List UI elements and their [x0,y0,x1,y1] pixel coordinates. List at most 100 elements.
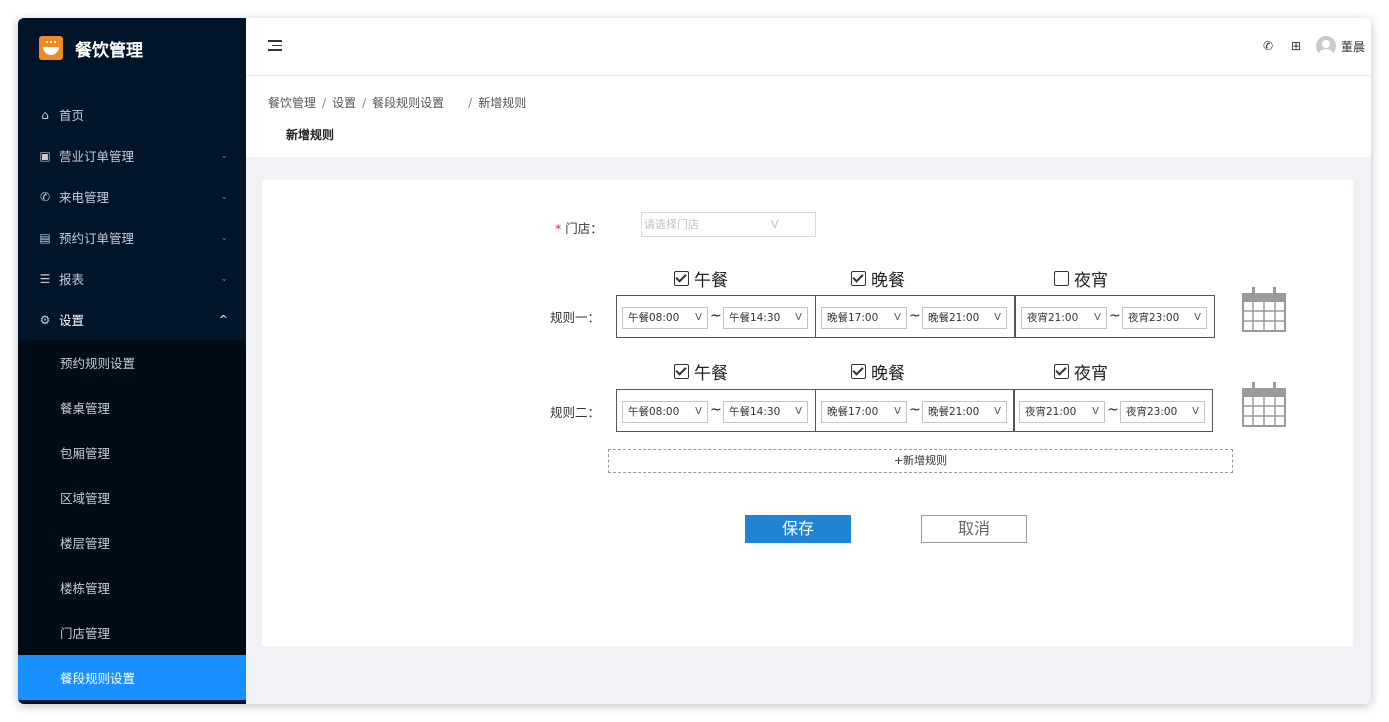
sidebar-item-meal-period-rules[interactable]: 餐段规则设置 [18,655,246,700]
chevron-down-icon: ⌄ [220,273,228,284]
home-icon: ⌂ [41,107,49,122]
rule1-dinner-range: 晚餐17:00 V ~ 晚餐21:00 V [815,295,1015,338]
chevron-down-icon: ⌄ [220,150,228,161]
app-window: 餐饮管理 ⌂ 首页 ▣ 营业订单管理 ⌄ ✆ 来电管理 ⌄ ▤ 预约订单管理 ⌄… [18,18,1371,704]
range-separator: ~ [909,402,921,418]
menu-collapse-icon[interactable] [268,40,282,52]
sidebar-item-areas[interactable]: 区域管理 [18,475,246,520]
receipt-icon: ▣ [39,148,51,163]
username[interactable]: 董晨 [1341,38,1365,55]
rule2-supper-checkbox[interactable]: 夜宵 [1054,359,1108,384]
supper-end-select[interactable]: 夜宵23:00 V [1120,401,1205,423]
chevron-down-icon: ⌄ [220,232,228,243]
calendar-list-icon: ▤ [39,230,51,245]
sidebar-item-label: 营业订单管理 [59,149,135,164]
page-title: 新增规则 [286,128,335,142]
lunch-start-select[interactable]: 午餐08:00 V [622,401,708,423]
range-separator: ~ [710,308,722,324]
range-separator: ~ [1107,402,1119,418]
sidebar-item-reservations[interactable]: ▤ 预约订单管理 ⌄ [18,217,246,258]
list-icon: ☰ [39,271,51,286]
avatar[interactable] [1315,36,1336,56]
checkbox-checked-icon [674,271,689,286]
sidebar-item-label: 设置 [59,313,85,328]
rule2-dinner-range: 晚餐17:00 V ~ 晚餐21:00 V [815,389,1015,432]
dinner-end-select[interactable]: 晚餐21:00 V [922,307,1007,329]
sidebar-item-reports[interactable]: ☰ 报表 ⌄ [18,258,246,299]
sidebar-item-label: 区域管理 [60,491,111,506]
rule1-supper-range: 夜宵21:00 V ~ 夜宵23:00 V [1015,295,1215,338]
sidebar-item-label: 来电管理 [59,190,110,205]
breadcrumb: 餐饮管理 / 设置 / 餐段规则设置 / 新增规则 [268,96,527,110]
checkbox-checked-icon [851,271,866,286]
dinner-start-select[interactable]: 晚餐17:00 V [821,401,907,423]
sidebar-item-label: 餐段规则设置 [60,671,136,686]
sidebar-item-settings[interactable]: ⚙ 设置 ^ [18,299,246,340]
rule2-lunch-checkbox[interactable]: 午餐 [674,359,728,384]
app-title: 餐饮管理 [75,40,143,61]
grid-icon[interactable]: ⊞ [1282,39,1310,53]
calendar-icon[interactable] [1242,380,1286,427]
breadcrumb-item[interactable]: 餐饮管理 [268,96,316,110]
add-rule-button[interactable]: +新增规则 [608,449,1233,473]
breadcrumb-item[interactable]: 餐段规则设置 [372,96,444,110]
dropdown-arrow: V [771,218,779,231]
sidebar-item-calls[interactable]: ✆ 来电管理 ⌄ [18,176,246,217]
rule1-lunch-checkbox[interactable]: 午餐 [674,266,728,291]
settings-submenu: 预约规则设置 餐桌管理 包厢管理 区域管理 楼层管理 楼栋管理 门店管理 餐段规… [18,340,246,700]
sidebar-item-label: 楼栋管理 [60,581,111,596]
sidebar-item-label: 楼层管理 [60,536,111,551]
checkbox-checked-icon [1054,364,1069,379]
breadcrumb-item[interactable]: 设置 [332,96,356,110]
store-select[interactable]: 请选择门店 V [641,212,816,237]
page-header: 餐饮管理 / 设置 / 餐段规则设置 / 新增规则 新增规则 [246,76,1371,157]
cancel-button[interactable]: 取消 [921,515,1027,543]
store-placeholder: 请选择门店 [644,218,699,231]
range-separator: ~ [1109,308,1121,324]
save-button[interactable]: 保存 [745,515,851,543]
lunch-end-select[interactable]: 午餐14:30 V [723,307,808,329]
rule1-label: 规则一： [550,310,601,325]
chevron-down-icon: ⌄ [220,191,228,202]
sidebar-item-label: 包厢管理 [60,446,111,461]
checkbox-checked-icon [674,364,689,379]
calendar-icon[interactable] [1242,285,1286,332]
logo-icon [39,36,63,60]
dinner-start-select[interactable]: 晚餐17:00 V [821,307,907,329]
checkbox-unchecked-icon [1054,271,1069,286]
checkbox-checked-icon [851,364,866,379]
sidebar-item-floors[interactable]: 楼层管理 [18,520,246,565]
breadcrumb-item: 新增规则 [478,96,527,110]
sidebar-item-label: 餐桌管理 [60,401,111,416]
sidebar-item-tables[interactable]: 餐桌管理 [18,385,246,430]
chevron-up-icon: ^ [218,313,228,326]
lunch-end-select[interactable]: 午餐14:30 V [723,401,808,423]
sidebar-item-label: 报表 [59,272,85,287]
sidebar-item-buildings[interactable]: 楼栋管理 [18,565,246,610]
supper-start-select[interactable]: 夜宵21:00 V [1019,401,1105,423]
header-actions: ✆ ⊞ 董晨 [1254,36,1365,56]
sidebar-item-label: 首页 [59,108,85,123]
rule1-dinner-checkbox[interactable]: 晚餐 [851,266,905,291]
gear-icon: ⚙ [39,312,51,327]
sidebar-item-rooms[interactable]: 包厢管理 [18,430,246,475]
supper-start-select[interactable]: 夜宵21:00 V [1021,307,1107,329]
supper-end-select[interactable]: 夜宵23:00 V [1122,307,1207,329]
sidebar-item-reservation-rules[interactable]: 预约规则设置 [18,340,246,385]
logo: 餐饮管理 [18,18,246,78]
sidebar-item-label: 预约规则设置 [60,356,136,371]
dinner-end-select[interactable]: 晚餐21:00 V [922,401,1007,423]
store-label: * 门店： [555,221,603,236]
sidebar: 餐饮管理 ⌂ 首页 ▣ 营业订单管理 ⌄ ✆ 来电管理 ⌄ ▤ 预约订单管理 ⌄… [18,18,246,704]
sidebar-item-label: 预约订单管理 [59,231,135,246]
rule2-dinner-checkbox[interactable]: 晚餐 [851,359,905,384]
lunch-start-select[interactable]: 午餐08:00 V [622,307,708,329]
rule2-supper-range: 夜宵21:00 V ~ 夜宵23:00 V [1013,389,1213,432]
phone-icon[interactable]: ✆ [1254,39,1282,53]
sidebar-item-home[interactable]: ⌂ 首页 [18,94,246,135]
sidebar-item-stores[interactable]: 门店管理 [18,610,246,655]
range-separator: ~ [710,402,722,418]
sidebar-item-orders[interactable]: ▣ 营业订单管理 ⌄ [18,135,246,176]
rule1-supper-checkbox[interactable]: 夜宵 [1054,266,1108,291]
phone-icon: ✆ [39,189,51,204]
